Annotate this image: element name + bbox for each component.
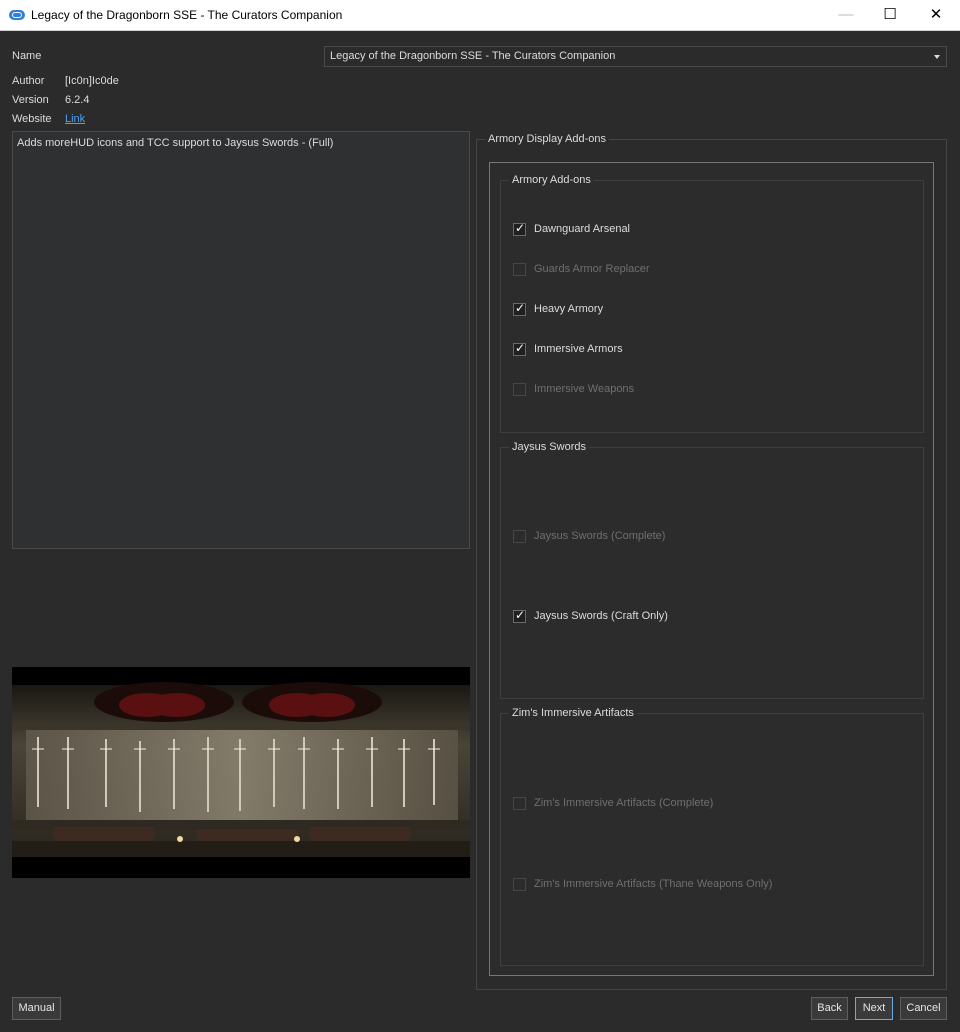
option-label: Dawnguard Arsenal [534,223,631,235]
cancel-button[interactable]: Cancel [900,997,947,1020]
checkbox-icon [513,878,526,891]
close-button[interactable]: ✕ [913,0,959,30]
next-button[interactable]: Next [855,997,893,1020]
step-group-title: Armory Display Add-ons [485,133,609,145]
group-title: Armory Add-ons [509,174,594,186]
checkbox-icon [513,797,526,810]
window-title: Legacy of the Dragonborn SSE - The Curat… [31,8,343,22]
website-link[interactable]: Link [65,113,85,125]
checkbox-checked-icon[interactable] [513,341,526,356]
checkbox-icon [513,263,526,276]
name-label: Name [12,50,42,62]
option-label: Zim's Immersive Artifacts (Thane Weapons… [534,878,773,890]
author-value: [Ic0n]Ic0de [65,75,119,87]
option-label: Zim's Immersive Artifacts (Complete) [534,797,714,809]
app-icon [9,10,25,20]
option-label: Jaysus Swords (Craft Only) [534,610,668,622]
option-label: Immersive Weapons [534,383,635,395]
version-label: Version [12,94,49,106]
option-label: Heavy Armory [534,303,604,315]
group-jaysus-swords: Jaysus Swords [500,441,924,699]
preview-image[interactable] [12,667,470,878]
minimize-button[interactable]: — [823,0,869,30]
option-label: Immersive Armors [534,343,623,355]
sword-display-image [12,667,470,878]
description-box[interactable]: Adds moreHUD icons and TCC support to Ja… [12,131,470,549]
chevron-down-icon [934,55,940,59]
website-label: Website [12,113,52,125]
name-dropdown[interactable]: Legacy of the Dragonborn SSE - The Curat… [324,46,947,67]
author-label: Author [12,75,45,87]
checkbox-checked-icon[interactable] [513,301,526,316]
checkbox-icon [513,383,526,396]
title-bar: Legacy of the Dragonborn SSE - The Curat… [0,0,960,31]
version-value: 6.2.4 [65,94,90,106]
maximize-button[interactable]: ☐ [867,0,913,30]
manual-button[interactable]: Manual [12,997,61,1020]
checkbox-checked-icon[interactable] [513,608,526,623]
option-label: Jaysus Swords (Complete) [534,530,666,542]
option-label: Guards Armor Replacer [534,263,650,275]
description-text: Adds moreHUD icons and TCC support to Ja… [17,137,334,149]
group-title: Zim's Immersive Artifacts [509,707,637,719]
checkbox-checked-icon[interactable] [513,221,526,236]
back-button[interactable]: Back [811,997,848,1020]
name-dropdown-value: Legacy of the Dragonborn SSE - The Curat… [330,50,616,62]
group-zims-immersive-artifacts: Zim's Immersive Artifacts [500,707,924,966]
group-title: Jaysus Swords [509,441,589,453]
checkbox-icon [513,530,526,543]
